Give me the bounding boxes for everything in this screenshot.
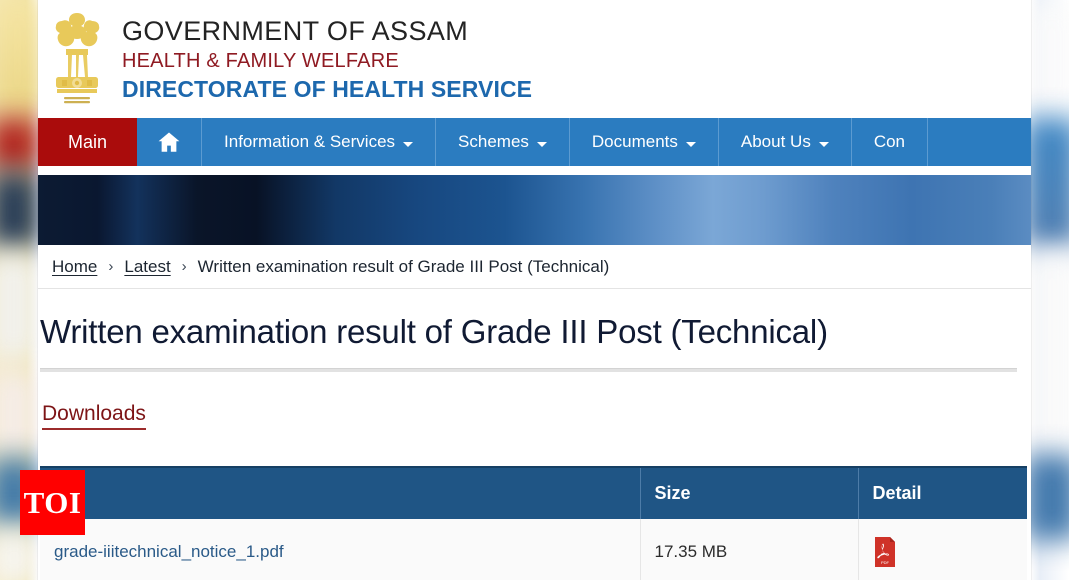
breadcrumb-item-home[interactable]: Home (52, 257, 97, 277)
main-navigation: Main Information & Services Schemes Docu… (38, 118, 1031, 166)
nav-item-contact-us-label: Con (873, 132, 906, 151)
svg-text:PDF: PDF (881, 560, 890, 565)
breadcrumb-separator-icon: › (108, 258, 114, 275)
table-row: grade-iiitechnical_notice_1.pdf 17.35 MB… (40, 518, 1027, 580)
table-header-row: e Size Detail (40, 465, 1027, 519)
chevron-down-icon (403, 141, 414, 147)
page-title: Written examination result of Grade III … (40, 313, 828, 350)
brand-line-directorate: DIRECTORATE OF HEALTH SERVICE (122, 76, 533, 103)
cell-file-size: 17.35 MB (640, 518, 859, 580)
chevron-down-icon (685, 141, 696, 147)
nav-item-schemes[interactable]: Schemes (436, 118, 570, 166)
nav-item-information-services-label: Information & Services (224, 132, 396, 151)
toi-watermark-label: TOI (23, 485, 82, 520)
backdrop-blur-blob (0, 528, 40, 580)
downloads-table: e Size Detail grade-iiitechnical_notice_… (40, 465, 1027, 580)
nav-item-contact-us[interactable]: Con (852, 118, 929, 166)
site-brand-text: GOVERNMENT OF ASSAM HEALTH & FAMILY WELF… (122, 13, 532, 104)
brand-line-department: HEALTH & FAMILY WELFARE (122, 50, 399, 73)
nav-item-documents-label: Documents (591, 132, 678, 151)
backdrop-blur-blob (0, 368, 40, 458)
backdrop-blur-blob (0, 118, 40, 170)
chevron-down-icon (818, 141, 829, 147)
site-masthead: GOVERNMENT OF ASSAM HEALTH & FAMILY WELF… (38, 0, 1031, 118)
downloads-heading[interactable]: Downloads (42, 402, 146, 430)
pdf-file-icon[interactable]: PDF (873, 536, 897, 567)
nav-item-main-label: Main (68, 131, 108, 152)
nav-item-about-us[interactable]: About Us (719, 118, 852, 166)
column-header-detail[interactable]: Detail (858, 465, 1027, 519)
hero-banner-strip (38, 175, 1031, 245)
column-header-size[interactable]: Size (640, 465, 859, 519)
website-page: GOVERNMENT OF ASSAM HEALTH & FAMILY WELF… (38, 0, 1031, 580)
nav-item-information-services[interactable]: Information & Services (202, 118, 437, 166)
brand-line-government: GOVERNMENT OF ASSAM (122, 16, 469, 47)
nav-item-documents[interactable]: Documents (570, 118, 719, 166)
nav-item-about-us-label: About Us (740, 132, 811, 151)
breadcrumb-item-current: Written examination result of Grade III … (197, 256, 610, 276)
nav-item-schemes-label: Schemes (458, 132, 529, 151)
breadcrumb-item-latest[interactable]: Latest (124, 257, 170, 277)
file-name-link[interactable]: grade-iiitechnical_notice_1.pdf (54, 542, 284, 561)
chevron-down-icon (536, 141, 547, 147)
breadcrumb: Home › Latest › Written examination resu… (38, 245, 1031, 289)
nav-item-home[interactable] (137, 118, 203, 166)
breadcrumb-separator-icon: › (181, 258, 187, 275)
column-header-name[interactable]: e (40, 465, 641, 519)
cell-file-detail: PDF (858, 518, 1027, 580)
backdrop-blur-blob (0, 252, 40, 362)
toi-watermark: TOI (20, 470, 85, 535)
backdrop-blur-blob (0, 172, 40, 250)
home-icon (158, 132, 180, 152)
cell-file-name: grade-iiitechnical_notice_1.pdf (40, 518, 641, 580)
nav-item-main[interactable]: Main (38, 118, 138, 166)
ashoka-emblem-icon (55, 13, 100, 104)
page-title-section: Written examination result of Grade III … (38, 289, 1031, 372)
